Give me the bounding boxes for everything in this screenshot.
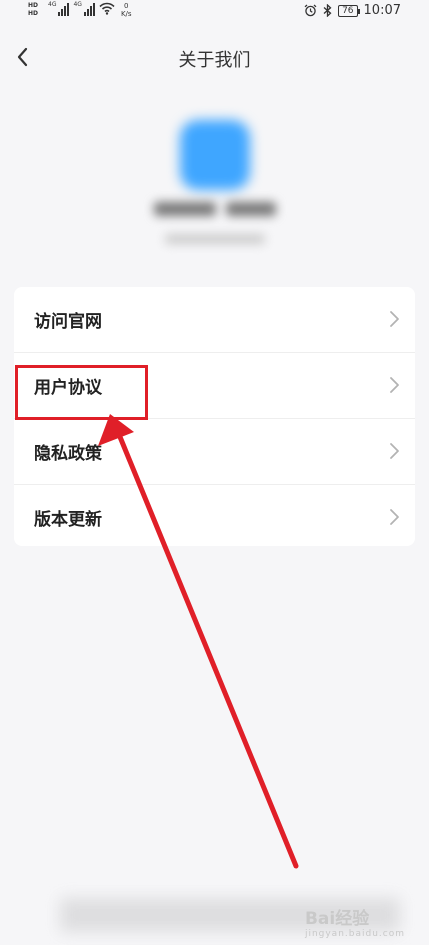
bluetooth-icon bbox=[323, 4, 332, 17]
annotation-highlight-box bbox=[15, 365, 148, 420]
watermark-brand-suffix: 经验 bbox=[335, 909, 370, 929]
network-type-1: 4G bbox=[48, 1, 57, 8]
menu-item-official-site[interactable]: 访问官网 bbox=[14, 287, 415, 353]
page-title: 关于我们 bbox=[178, 50, 251, 71]
alarm-icon bbox=[304, 4, 317, 17]
app-header: 关于我们 bbox=[0, 38, 429, 78]
watermark-brand: Bai bbox=[304, 909, 336, 929]
status-bar: HD HD 4G 4G 0 K/s 76 10:07 bbox=[0, 0, 429, 22]
status-left: HD HD 4G 4G 0 K/s bbox=[28, 1, 132, 19]
hd-bottom-label: HD bbox=[28, 10, 39, 17]
chevron-right-icon bbox=[390, 509, 399, 525]
chevron-right-icon bbox=[390, 443, 399, 459]
wifi-icon bbox=[99, 2, 115, 15]
watermark-url: jingyan.baidu.com bbox=[304, 929, 405, 939]
clock: 10:07 bbox=[363, 3, 401, 18]
signal-icon: 4G bbox=[48, 1, 70, 16]
hd-indicator: HD HD bbox=[28, 2, 44, 18]
hd-top-label: HD bbox=[28, 2, 39, 9]
network-speed: 0 K/s bbox=[121, 2, 132, 18]
app-name-blurred bbox=[150, 198, 280, 220]
battery-level: 76 bbox=[342, 5, 354, 16]
menu-item-label: 访问官网 bbox=[34, 312, 102, 332]
battery-icon: 76 bbox=[338, 4, 361, 17]
network-type-2: 4G bbox=[73, 1, 82, 8]
menu-item-label: 隐私政策 bbox=[34, 444, 102, 464]
menu-item-privacy-policy[interactable]: 隐私政策 bbox=[14, 419, 415, 485]
menu-item-label: 版本更新 bbox=[34, 510, 102, 530]
app-logo bbox=[180, 120, 250, 190]
speed-value: 0 bbox=[124, 2, 129, 10]
speed-unit: K/s bbox=[120, 10, 132, 18]
chevron-right-icon bbox=[390, 377, 399, 393]
signal-icon-2: 4G bbox=[73, 1, 95, 16]
status-right: 76 10:07 bbox=[304, 3, 401, 18]
menu-item-version-update[interactable]: 版本更新 bbox=[14, 485, 415, 550]
app-version-blurred bbox=[165, 234, 265, 244]
chevron-right-icon bbox=[390, 311, 399, 327]
baidu-watermark: Bai经验 jingyan.baidu.com bbox=[305, 904, 405, 939]
